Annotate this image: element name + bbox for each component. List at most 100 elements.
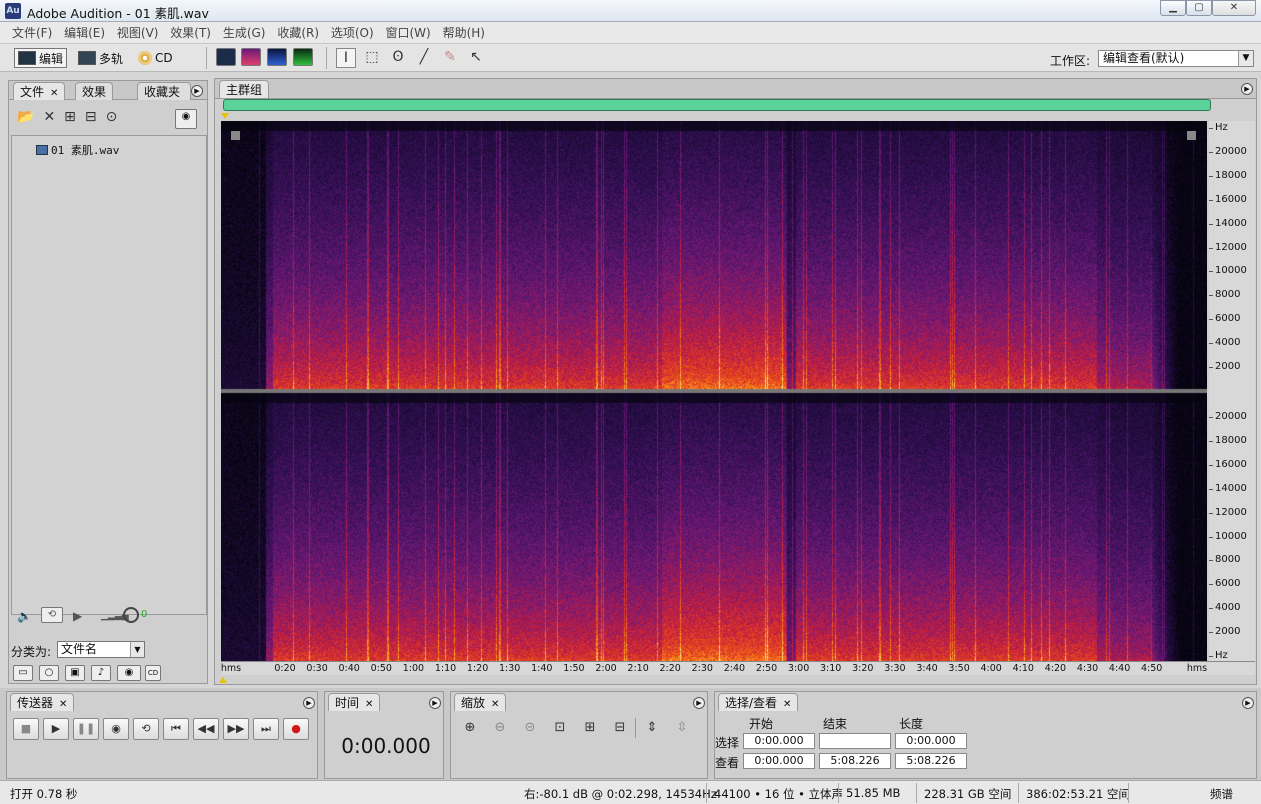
menu-generate[interactable]: 生成(G) <box>219 22 270 44</box>
menu-options[interactable]: 选项(O) <box>327 22 378 44</box>
move-tool-icon[interactable]: ↖ <box>466 48 486 68</box>
zoom-right-edge-icon[interactable]: ⊟ <box>609 718 631 738</box>
stop-button[interactable]: ■ <box>13 718 39 740</box>
panel-menu-icon[interactable]: ▶ <box>303 697 315 709</box>
zoom-out-full-icon[interactable]: ⊝ <box>519 718 541 738</box>
selection-end-field[interactable] <box>819 733 891 749</box>
lasso-tool-icon[interactable]: ʘ <box>388 48 408 68</box>
show-video-icon[interactable]: ▣ <box>65 665 85 681</box>
edit-view-button[interactable]: 编辑 <box>14 48 68 68</box>
list-item[interactable]: 01 素肌.wav <box>36 142 119 158</box>
fast-forward-button[interactable]: ▶▶ <box>223 718 249 740</box>
insert-cd-icon[interactable]: ⊟ <box>85 109 106 125</box>
show-midi-icon[interactable]: ♪ <box>91 665 111 681</box>
cd-view-button[interactable]: CD <box>138 48 173 68</box>
panel-menu-icon[interactable]: ▶ <box>1241 83 1253 95</box>
loop-play-button[interactable]: ⟲ <box>133 718 159 740</box>
menu-window[interactable]: 窗口(W) <box>382 22 435 44</box>
menu-view[interactable]: 视图(V) <box>113 22 163 44</box>
tab-effects[interactable]: 效果 <box>75 82 114 100</box>
close-icon[interactable]: ✕ <box>50 88 58 99</box>
menu-effects[interactable]: 效果(T) <box>166 22 215 44</box>
show-loop-icon[interactable]: ○ <box>39 665 59 681</box>
menu-file[interactable]: 文件(F) <box>8 22 56 44</box>
spectrogram-canvas[interactable] <box>221 121 1207 661</box>
mono-mix-icon[interactable]: ⊙ <box>106 109 127 125</box>
view-length-field[interactable]: 5:08.226 <box>895 753 967 769</box>
window-title: Adobe Audition - 01 素肌.wav <box>27 6 209 21</box>
close-icon[interactable]: ✕ <box>59 699 67 710</box>
selection-length-field[interactable]: 0:00.000 <box>895 733 967 749</box>
tab-transport[interactable]: 传送器 ✕ <box>10 693 75 711</box>
tab-favorites[interactable]: 收藏夹 <box>137 82 191 100</box>
spectral-frequency-view-icon[interactable] <box>241 48 261 66</box>
spectral-display[interactable] <box>221 121 1207 661</box>
speaker-icon[interactable]: 🔈 <box>17 609 32 623</box>
show-options-icon[interactable]: ◉ <box>175 109 197 129</box>
tab-selection-view[interactable]: 选择/查看 ✕ <box>718 693 799 711</box>
view-options-icon[interactable]: ◉ <box>117 665 141 681</box>
spectral-phase-view-icon[interactable] <box>293 48 313 66</box>
workspace-label: 工作区: <box>1050 54 1091 68</box>
show-cd-icon[interactable]: CD <box>145 665 161 681</box>
spot-healing-tool-icon[interactable]: ✎ <box>440 48 460 68</box>
zoom-out-vertical-icon[interactable]: ⇳ <box>671 718 693 738</box>
volume-knob-icon[interactable] <box>123 607 139 623</box>
zoom-in-horizontal-icon[interactable]: ⊕ <box>459 718 481 738</box>
sort-dropdown[interactable]: 文件名 ▼ <box>57 641 145 658</box>
close-icon[interactable]: ✕ <box>491 699 499 710</box>
panel-menu-icon[interactable]: ▶ <box>191 85 203 97</box>
autoplay-icon[interactable]: 0 <box>141 609 147 620</box>
open-file-icon[interactable]: 📂 <box>17 109 43 125</box>
time-ruler[interactable]: hms 0:20 0:30 0:40 0:50 1:00 1:10 1:20 1:30 1:40 1… <box>221 661 1255 675</box>
overview-bar[interactable] <box>223 99 1211 111</box>
rewind-button[interactable]: ◀◀ <box>193 718 219 740</box>
play-button[interactable]: ▶ <box>43 718 69 740</box>
waveform-view-icon[interactable] <box>216 48 236 66</box>
loop-icon[interactable]: ⟲ <box>41 607 63 623</box>
zoom-in-vertical-icon[interactable]: ⇕ <box>641 718 663 738</box>
pause-button[interactable]: ❚❚ <box>73 718 99 740</box>
workspace-dropdown[interactable]: 编辑查看(默认) ▼ <box>1098 50 1254 67</box>
minimize-button[interactable]: ▁ <box>1160 0 1186 16</box>
multitrack-view-button[interactable]: 多轨 <box>78 48 123 68</box>
zoom-selection-icon[interactable]: ⊡ <box>549 718 571 738</box>
playhead-marker-icon[interactable] <box>221 113 229 119</box>
playhead-marker-bottom-icon[interactable] <box>219 677 227 683</box>
close-button[interactable]: ✕ <box>1212 0 1256 16</box>
go-to-end-button[interactable]: ⏭ <box>253 718 279 740</box>
time-selection-tool-icon[interactable]: I <box>336 48 356 68</box>
selection-start-field[interactable]: 0:00.000 <box>743 733 815 749</box>
brush-tool-icon[interactable]: ╱ <box>414 48 434 68</box>
tab-files[interactable]: 文件 ✕ <box>13 82 66 100</box>
maximize-button[interactable]: ▢ <box>1186 0 1212 16</box>
marquee-selection-tool-icon[interactable]: ⬚ <box>362 48 382 68</box>
view-start-field[interactable]: 0:00.000 <box>743 753 815 769</box>
zoom-left-edge-icon[interactable]: ⊞ <box>579 718 601 738</box>
menu-favorites[interactable]: 收藏(R) <box>273 22 323 44</box>
tab-main-group[interactable]: 主群组 <box>219 80 270 98</box>
spectral-pan-view-icon[interactable] <box>267 48 287 66</box>
view-end-field[interactable]: 5:08.226 <box>819 753 891 769</box>
play-from-cursor-button[interactable]: ◉ <box>103 718 129 740</box>
zoom-out-horizontal-icon[interactable]: ⊖ <box>489 718 511 738</box>
time-tick-label: 3:20 <box>852 663 874 674</box>
panel-menu-icon[interactable]: ▶ <box>693 697 705 709</box>
insert-multitrack-icon[interactable]: ⊞ <box>64 109 85 125</box>
record-button[interactable]: ● <box>283 718 309 740</box>
menu-edit[interactable]: 编辑(E) <box>60 22 109 44</box>
panel-menu-icon[interactable]: ▶ <box>429 697 441 709</box>
zoom-corner-right-icon[interactable] <box>1187 131 1196 140</box>
zoom-corner-left-icon[interactable] <box>231 131 240 140</box>
chevron-down-icon: ▼ <box>1238 51 1253 66</box>
tab-time[interactable]: 时间 ✕ <box>328 693 381 711</box>
close-icon[interactable]: ✕ <box>783 699 791 710</box>
show-audio-icon[interactable]: ▭ <box>13 665 33 681</box>
go-to-start-button[interactable]: ⏮ <box>163 718 189 740</box>
close-file-icon[interactable]: ✕ <box>43 109 64 125</box>
panel-menu-icon[interactable]: ▶ <box>1242 697 1254 709</box>
play-preview-icon[interactable]: ▶ <box>73 609 82 623</box>
tab-zoom[interactable]: 缩放 ✕ <box>454 693 507 711</box>
menu-help[interactable]: 帮助(H) <box>439 22 489 44</box>
close-icon[interactable]: ✕ <box>365 699 373 710</box>
